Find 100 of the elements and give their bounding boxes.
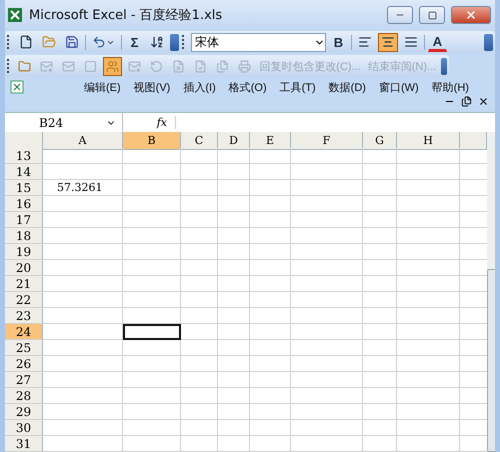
table-cell[interactable]	[250, 420, 291, 436]
table-cell[interactable]	[123, 276, 181, 292]
table-cell[interactable]	[218, 260, 250, 276]
table-cell[interactable]	[363, 436, 397, 452]
table-cell[interactable]	[250, 228, 291, 244]
table-cell[interactable]	[291, 260, 363, 276]
row-header[interactable]: 28	[5, 388, 43, 404]
table-cell[interactable]	[397, 276, 460, 292]
table-cell[interactable]	[291, 324, 363, 340]
table-cell[interactable]	[218, 164, 250, 180]
row-header[interactable]: 30	[5, 420, 43, 436]
table-cell[interactable]	[43, 276, 123, 292]
table-cell[interactable]	[43, 164, 123, 180]
table-cell[interactable]: 57.3261	[43, 180, 123, 196]
row-header[interactable]: 26	[5, 356, 43, 372]
table-cell[interactable]	[397, 436, 460, 452]
table-cell[interactable]	[123, 372, 181, 388]
table-cell[interactable]	[43, 356, 123, 372]
menu-item[interactable]: 插入(I)	[183, 80, 216, 94]
table-cell[interactable]	[250, 276, 291, 292]
table-cell[interactable]	[397, 292, 460, 308]
toolbar-options-button[interactable]	[170, 34, 179, 50]
table-cell[interactable]	[291, 148, 363, 164]
table-cell[interactable]	[123, 244, 181, 260]
row-header[interactable]: 23	[5, 308, 43, 324]
table-cell[interactable]	[363, 148, 397, 164]
table-cell[interactable]	[181, 388, 218, 404]
table-cell[interactable]	[250, 356, 291, 372]
table-cell[interactable]	[363, 292, 397, 308]
table-cell[interactable]	[291, 292, 363, 308]
table-cell[interactable]	[123, 340, 181, 356]
table-cell[interactable]	[250, 404, 291, 420]
table-cell[interactable]	[123, 436, 181, 452]
column-header[interactable]: D	[218, 132, 250, 150]
table-cell[interactable]	[181, 420, 218, 436]
table-cell[interactable]	[291, 404, 363, 420]
table-cell[interactable]	[123, 420, 181, 436]
row-header[interactable]: 24	[5, 324, 43, 340]
table-cell[interactable]	[250, 340, 291, 356]
table-cell[interactable]	[363, 228, 397, 244]
toolbar-options-button[interactable]	[484, 34, 493, 50]
table-cell[interactable]	[291, 356, 363, 372]
table-cell[interactable]	[250, 324, 291, 340]
table-cell[interactable]	[123, 308, 181, 324]
table-cell[interactable]	[291, 436, 363, 452]
table-cell[interactable]	[291, 420, 363, 436]
table-cell[interactable]	[363, 356, 397, 372]
table-cell[interactable]	[218, 212, 250, 228]
autosum-button[interactable]: Σ	[125, 32, 144, 52]
table-cell[interactable]	[43, 420, 123, 436]
table-cell[interactable]	[181, 340, 218, 356]
table-cell[interactable]	[291, 180, 363, 196]
table-cell[interactable]	[181, 164, 218, 180]
table-cell[interactable]	[181, 404, 218, 420]
table-cell[interactable]	[397, 372, 460, 388]
table-cell[interactable]	[43, 196, 123, 212]
table-cell[interactable]	[397, 324, 460, 340]
table-cell[interactable]	[218, 340, 250, 356]
close-button[interactable]	[451, 6, 491, 24]
table-cell[interactable]	[397, 180, 460, 196]
table-cell[interactable]	[43, 372, 123, 388]
table-cell[interactable]	[291, 388, 363, 404]
table-cell[interactable]	[181, 292, 218, 308]
close-icon[interactable]	[478, 96, 489, 107]
table-cell[interactable]	[218, 324, 250, 340]
row-header[interactable]: 29	[5, 404, 43, 420]
table-cell[interactable]	[397, 388, 460, 404]
table-cell[interactable]	[250, 180, 291, 196]
table-cell[interactable]	[43, 244, 123, 260]
table-cell[interactable]	[250, 212, 291, 228]
table-cell[interactable]	[363, 420, 397, 436]
table-cell[interactable]	[363, 404, 397, 420]
table-cell[interactable]	[397, 420, 460, 436]
table-cell[interactable]	[181, 260, 218, 276]
row-header[interactable]: 13	[5, 148, 43, 164]
row-header[interactable]: 27	[5, 372, 43, 388]
table-cell[interactable]	[218, 388, 250, 404]
restore-icon[interactable]	[461, 96, 472, 107]
table-cell[interactable]	[250, 148, 291, 164]
font-color-button[interactable]: A	[428, 32, 447, 52]
table-cell[interactable]	[397, 340, 460, 356]
table-cell[interactable]	[363, 276, 397, 292]
table-cell[interactable]	[397, 244, 460, 260]
table-cell[interactable]	[43, 212, 123, 228]
table-cell[interactable]	[43, 292, 123, 308]
table-cell[interactable]	[291, 372, 363, 388]
column-header[interactable]: A	[43, 132, 123, 150]
table-cell[interactable]	[250, 196, 291, 212]
table-cell[interactable]	[363, 260, 397, 276]
table-cell[interactable]	[181, 372, 218, 388]
table-cell[interactable]	[397, 356, 460, 372]
table-cell[interactable]	[397, 196, 460, 212]
table-cell[interactable]	[123, 388, 181, 404]
table-cell[interactable]	[397, 308, 460, 324]
table-cell[interactable]	[123, 228, 181, 244]
table-cell[interactable]	[363, 308, 397, 324]
font-field[interactable]: 宋体	[191, 32, 326, 52]
toolbar-button[interactable]	[103, 56, 122, 76]
table-cell[interactable]	[363, 196, 397, 212]
table-cell[interactable]	[291, 228, 363, 244]
